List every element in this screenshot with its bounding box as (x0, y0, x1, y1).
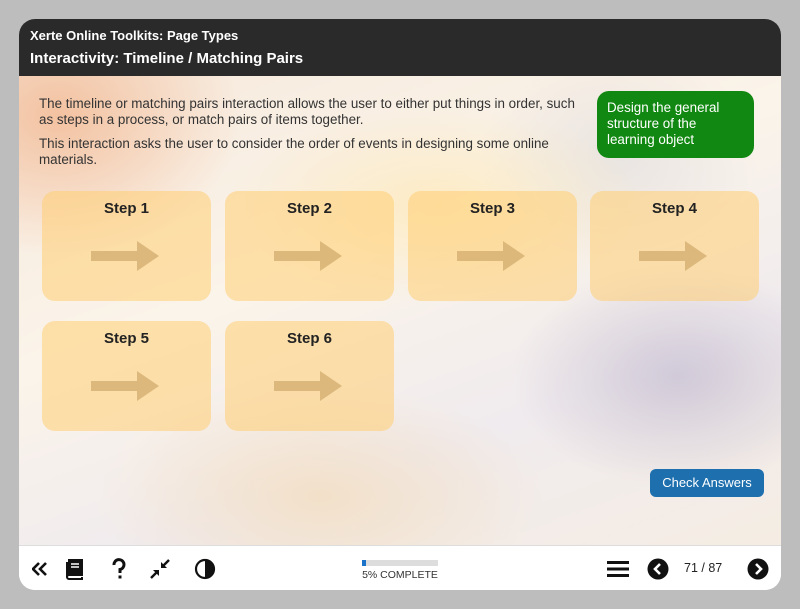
glossary-book-icon (66, 558, 83, 580)
progress-bar-fill (362, 560, 366, 566)
check-answers-button[interactable]: Check Answers (650, 469, 764, 497)
step-label: Step 2 (286, 200, 332, 217)
previous-page-button[interactable] (643, 546, 673, 590)
collapse-arrows-icon (150, 558, 170, 579)
collapse-button[interactable] (145, 546, 175, 590)
app-title: Xerte Online Toolkits: Page Types (30, 28, 239, 43)
step-drop-target-6[interactable]: Step 6 (225, 321, 394, 431)
progress-bar (362, 560, 438, 566)
glossary-button[interactable] (59, 546, 89, 590)
arrow-right-icon (274, 371, 342, 401)
footer-toolbar: 5% COMPLETE 71 / 87 (19, 545, 781, 590)
intro-paragraph-1: The timeline or matching pairs interacti… (39, 96, 575, 127)
page-counter: 71 / 87 (684, 561, 723, 575)
arrow-right-icon (274, 241, 342, 271)
contrast-button[interactable] (190, 546, 220, 590)
step-label: Step 6 (286, 330, 332, 347)
first-page-button[interactable] (25, 546, 55, 590)
progress-text: 5% COMPLETE (362, 569, 438, 581)
step-drop-target-5[interactable]: Step 5 (42, 321, 211, 431)
next-page-button[interactable] (743, 546, 773, 590)
page-header: Xerte Online Toolkits: Page Types Intera… (19, 19, 781, 76)
step-drop-target-4[interactable]: Step 4 (590, 191, 759, 301)
page-title: Interactivity: Timeline / Matching Pairs (30, 50, 304, 67)
arrow-right-icon (91, 241, 159, 271)
arrow-right-icon (639, 241, 707, 271)
intro-text: The timeline or matching pairs interacti… (39, 96, 579, 168)
step-drop-target-1[interactable]: Step 1 (42, 191, 211, 301)
app-window: Xerte Online Toolkits: Page Types Intera… (19, 19, 781, 590)
double-chevron-left-icon (32, 561, 47, 576)
step-label: Step 5 (103, 330, 149, 347)
menu-button[interactable] (603, 546, 633, 590)
step-label: Step 1 (103, 200, 149, 217)
next-circle-icon (747, 558, 769, 579)
arrow-right-icon (91, 371, 159, 401)
help-button[interactable] (104, 546, 134, 590)
page-content: The timeline or matching pairs interacti… (19, 76, 781, 545)
draggable-answer-card[interactable]: Design the general structure of the lear… (597, 91, 754, 158)
step-label: Step 4 (651, 200, 697, 217)
intro-paragraph-2: This interaction asks the user to consid… (39, 136, 549, 167)
step-drop-target-3[interactable]: Step 3 (408, 191, 577, 301)
contrast-icon (194, 558, 216, 579)
help-question-icon (112, 557, 126, 578)
step-drop-target-2[interactable]: Step 2 (225, 191, 394, 301)
menu-icon (607, 560, 629, 577)
step-label: Step 3 (469, 200, 515, 217)
previous-circle-icon (647, 558, 669, 579)
progress-indicator: 5% COMPLETE (362, 560, 438, 581)
arrow-right-icon (457, 241, 525, 271)
